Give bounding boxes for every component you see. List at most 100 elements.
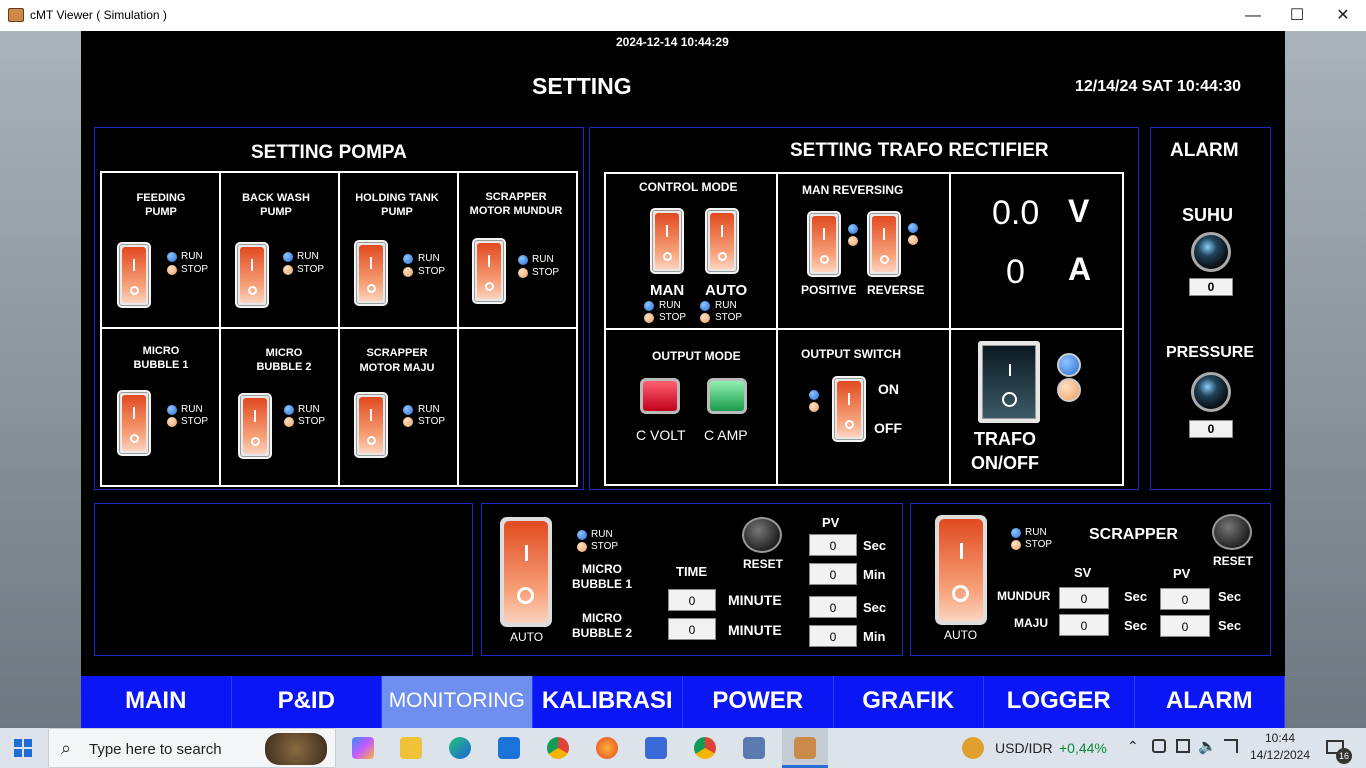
sv-mundur-input[interactable]: 0 <box>1059 587 1109 609</box>
control-mode-label: CONTROL MODE <box>639 180 738 194</box>
window-titlebar: cMT Viewer ( Simulation ) — ☐ ✕ <box>0 0 1366 31</box>
ticker-label[interactable]: USD/IDR <box>995 740 1053 756</box>
stocks-icon <box>962 737 984 759</box>
output-mode-label: OUTPUT MODE <box>652 349 741 363</box>
mb2-time-input[interactable]: 0 <box>668 618 716 640</box>
nav-grafik[interactable]: GRAFIK <box>834 676 984 728</box>
stop-indicator <box>167 265 177 275</box>
auto-run-indicator <box>700 301 710 311</box>
nav-alarm[interactable]: ALARM <box>1135 676 1285 728</box>
stop-indicator <box>284 417 294 427</box>
chevron-up-icon[interactable]: ⌃ <box>1127 738 1139 755</box>
backwash-pump-switch[interactable] <box>235 242 269 308</box>
nav-power[interactable]: POWER <box>683 676 834 728</box>
positive-switch[interactable] <box>807 211 841 277</box>
taskbar-time[interactable]: 10:44 <box>1250 731 1310 745</box>
reverse-switch[interactable] <box>867 211 901 277</box>
pv-min-2: 0 <box>809 625 857 647</box>
mail-icon[interactable] <box>498 737 520 759</box>
cmt-viewer-taskbar-button[interactable] <box>782 728 828 768</box>
network-icon[interactable] <box>1176 739 1190 753</box>
windows-start-icon[interactable] <box>14 739 32 757</box>
micro-bubble-1-switch[interactable] <box>117 390 151 456</box>
run-indicator <box>403 405 413 415</box>
man-reversing-label: MAN REVERSING <box>802 183 904 197</box>
pressure-alarm-lamp <box>1191 372 1231 412</box>
pompa-panel: SETTING POMPA <box>94 127 584 490</box>
store-icon[interactable] <box>645 737 667 759</box>
nav-kalibrasi[interactable]: KALIBRASI <box>533 676 683 728</box>
current-unit: A <box>1068 251 1092 287</box>
c-amp-button[interactable] <box>707 378 747 414</box>
bottom-nav: MAIN P&ID MONITORING KALIBRASI POWER GRA… <box>81 676 1285 728</box>
auto-mode-switch[interactable] <box>705 208 739 274</box>
scrapper-stop-indicator <box>1011 540 1021 550</box>
trafo-title: SETTING TRAFO RECTIFIER <box>790 140 1049 161</box>
trafo-off-lamp <box>1057 378 1081 402</box>
remote-app-icon[interactable] <box>743 737 765 759</box>
sv-maju-input[interactable]: 0 <box>1059 614 1109 636</box>
micro-auto-switch[interactable] <box>500 517 552 627</box>
scrapper-auto-switch[interactable] <box>935 515 987 625</box>
device-icon[interactable] <box>1152 739 1166 753</box>
pv-maju-value: 0 <box>1160 615 1210 637</box>
cmt-viewer-icon <box>794 737 816 759</box>
alarm-title: ALARM <box>1170 140 1239 161</box>
nav-monitoring[interactable]: MONITORING <box>382 676 533 728</box>
trafo-onoff-switch[interactable] <box>978 341 1040 423</box>
run-indicator <box>283 252 293 262</box>
run-indicator <box>167 405 177 415</box>
taskbar-search-box[interactable]: ⌕ Type here to search <box>48 728 336 768</box>
scrapper-maju-switch[interactable] <box>354 392 388 458</box>
chrome-icon[interactable] <box>547 737 569 759</box>
pv-sec-1: 0 <box>809 534 857 556</box>
feeding-pump-switch[interactable] <box>117 242 151 308</box>
pompa-title: SETTING POMPA <box>251 142 407 163</box>
edge-icon[interactable] <box>449 737 471 759</box>
micro-reset-button[interactable] <box>742 517 782 553</box>
output-on-indicator <box>809 390 819 400</box>
output-switch[interactable] <box>832 376 866 442</box>
stop-indicator <box>518 268 528 278</box>
taskbar-date[interactable]: 14/12/2024 <box>1246 748 1314 762</box>
pv-min-1: 0 <box>809 563 857 585</box>
volume-icon[interactable]: 🔈 <box>1198 737 1217 755</box>
pompa-grid <box>100 171 578 487</box>
reverse-on-indicator <box>908 223 918 233</box>
holding-tank-pump-switch[interactable] <box>354 240 388 306</box>
notification-badge: 16 <box>1336 748 1352 764</box>
copilot-icon[interactable] <box>352 737 374 759</box>
search-icon: ⌕ <box>61 738 72 758</box>
run-indicator <box>167 252 177 262</box>
current-value: 0 <box>1006 253 1025 291</box>
nav-main[interactable]: MAIN <box>81 676 232 728</box>
mb1-time-input[interactable]: 0 <box>668 589 716 611</box>
firefox-icon[interactable] <box>596 737 618 759</box>
output-switch-label: OUTPUT SWITCH <box>801 347 901 361</box>
desktop-background-right <box>1285 31 1366 728</box>
close-button[interactable]: ✕ <box>1320 4 1366 28</box>
app-icon <box>8 8 24 22</box>
page-title: SETTING <box>532 73 632 99</box>
file-explorer-icon[interactable] <box>400 737 422 759</box>
suhu-value: 0 <box>1189 278 1233 296</box>
scrapper-mundur-switch[interactable] <box>472 238 506 304</box>
man-mode-switch[interactable] <box>650 208 684 274</box>
window-title: cMT Viewer ( Simulation ) <box>30 8 167 22</box>
c-volt-button[interactable] <box>640 378 680 414</box>
man-run-indicator <box>644 301 654 311</box>
maximize-button[interactable]: ☐ <box>1274 4 1320 28</box>
ticker-change: +0,44% <box>1059 740 1107 756</box>
system-datetime: 2024-12-14 10:44:29 <box>616 35 729 49</box>
micro-run-indicator <box>577 530 587 540</box>
micro-bubble-2-switch[interactable] <box>238 393 272 459</box>
chrome-profile-icon[interactable] <box>694 737 716 759</box>
wifi-icon[interactable] <box>1224 739 1238 753</box>
stop-indicator <box>403 417 413 427</box>
scrapper-reset-button[interactable] <box>1212 514 1252 550</box>
nav-logger[interactable]: LOGGER <box>984 676 1135 728</box>
stop-indicator <box>403 267 413 277</box>
minimize-button[interactable]: — <box>1230 4 1276 28</box>
nav-pid[interactable]: P&ID <box>232 676 382 728</box>
pv-mundur-value: 0 <box>1160 588 1210 610</box>
